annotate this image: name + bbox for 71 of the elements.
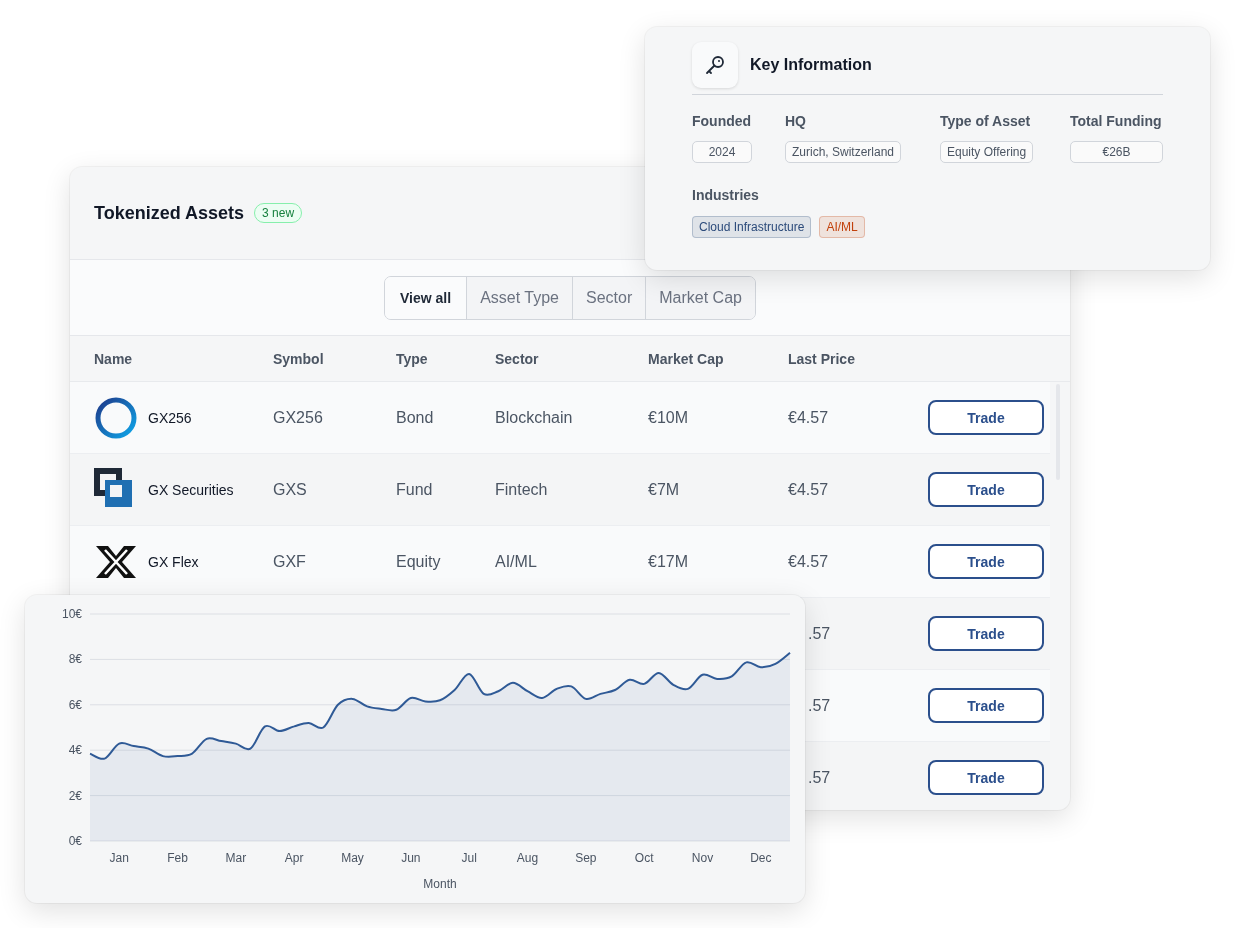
- x-tick-label: Mar: [225, 851, 247, 865]
- ring-logo-icon: [94, 395, 138, 440]
- field-label: Industries: [692, 187, 759, 203]
- table-cell: €4.57: [788, 480, 829, 498]
- trade-button[interactable]: Trade: [928, 760, 1044, 795]
- filter-tab[interactable]: Asset Type: [466, 276, 572, 319]
- table-cell: GX256: [273, 408, 323, 426]
- table-cell: .57: [808, 624, 831, 642]
- industry-tag: AI/ML: [819, 216, 865, 238]
- table-cell: Fintech: [495, 480, 548, 498]
- trade-button[interactable]: Trade: [928, 688, 1044, 723]
- y-tick-label: 0€: [68, 834, 82, 848]
- y-tick-label: 6€: [68, 697, 82, 712]
- y-tick-label: 2€: [68, 788, 82, 803]
- column-header: Last Price: [788, 350, 856, 367]
- field-value: €26B: [1070, 141, 1163, 163]
- x-tick-label: Nov: [691, 851, 714, 865]
- x-tick-label: Sep: [575, 851, 597, 865]
- asset-name: GX256: [148, 409, 192, 426]
- table-cell: €10M: [648, 408, 689, 426]
- asset-name: GX Flex: [148, 553, 199, 570]
- x-tick-label: May: [341, 851, 364, 865]
- filter-tab[interactable]: Sector: [572, 276, 646, 319]
- table-cell: €7M: [648, 480, 680, 498]
- table-cell: .57: [808, 696, 831, 714]
- y-tick-label: 4€: [68, 743, 82, 758]
- column-header: Symbol: [273, 350, 325, 367]
- x-tick-label: Jan: [109, 851, 129, 865]
- y-tick-label: 10€: [61, 607, 82, 621]
- x-tick-label: Apr: [284, 851, 304, 865]
- field-label: HQ: [785, 113, 806, 129]
- new-badge: 3 new: [254, 203, 303, 223]
- y-tick-label: 8€: [68, 652, 82, 667]
- table-cell: Fund: [396, 480, 433, 498]
- trade-button[interactable]: Trade: [928, 400, 1044, 435]
- trade-button[interactable]: Trade: [928, 544, 1044, 579]
- table-cell: Blockchain: [495, 408, 573, 426]
- table-cell: .57: [808, 768, 831, 786]
- table-cell: Bond: [396, 408, 434, 426]
- key-icon: [703, 53, 727, 77]
- column-header: Sector: [495, 350, 540, 367]
- trade-button[interactable]: Trade: [928, 472, 1044, 507]
- x-tick-label: Oct: [634, 851, 654, 865]
- column-header: Market Cap: [648, 350, 725, 367]
- field-label: Type of Asset: [940, 113, 1031, 129]
- asset-name: GX Securities: [148, 481, 234, 498]
- table-cell: €17M: [648, 552, 689, 570]
- table-cell: €4.57: [788, 552, 829, 570]
- field-label: Total Funding: [1070, 113, 1163, 129]
- field-value: Zurich, Switzerland: [785, 141, 902, 163]
- x-axis-title: Month: [423, 877, 457, 891]
- field-value: Equity Offering: [940, 141, 1034, 163]
- field-label: Founded: [692, 113, 752, 129]
- table-cell: AI/ML: [495, 552, 537, 570]
- card-title: Key Information: [750, 56, 872, 74]
- x-tick-label: Feb: [167, 851, 188, 865]
- card-title: Tokenized Assets: [94, 202, 245, 224]
- x-tick-label: Dec: [750, 851, 772, 865]
- field-value: 2024: [692, 141, 752, 163]
- column-header: Type: [396, 350, 429, 367]
- table-cell: GXF: [273, 552, 306, 570]
- x-tick-label: Jun: [401, 851, 421, 865]
- trade-button[interactable]: Trade: [928, 616, 1044, 651]
- x-tick-label: Jul: [461, 851, 477, 865]
- table-cell: Equity: [396, 552, 441, 570]
- column-header: Name: [94, 350, 134, 367]
- filter-tab[interactable]: Market Cap: [645, 276, 755, 319]
- x-tick-label: Aug: [516, 851, 539, 865]
- industry-tag: Cloud Infrastructure: [692, 216, 812, 238]
- table-cell: GXS: [273, 480, 307, 498]
- table-cell: €4.57: [788, 408, 829, 426]
